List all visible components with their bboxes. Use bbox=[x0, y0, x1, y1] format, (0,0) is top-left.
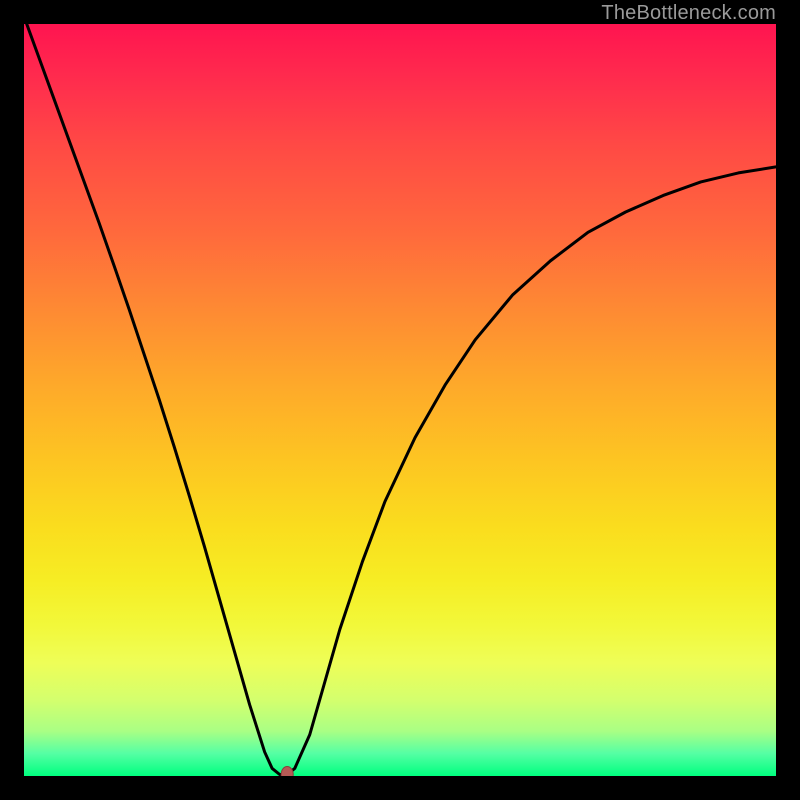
watermark-text: TheBottleneck.com bbox=[601, 2, 776, 25]
plot-area bbox=[24, 24, 776, 776]
curve-svg bbox=[24, 24, 776, 776]
bottleneck-curve bbox=[24, 24, 776, 775]
minimum-marker bbox=[281, 767, 293, 777]
chart-frame: TheBottleneck.com bbox=[0, 0, 800, 800]
